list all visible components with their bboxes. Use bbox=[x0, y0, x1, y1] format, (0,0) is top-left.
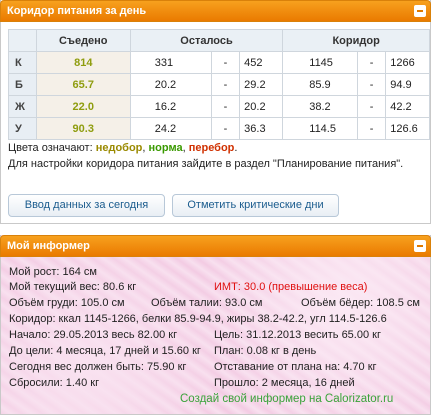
cor-min: 1145 bbox=[282, 51, 358, 74]
left-max: 20.2 bbox=[239, 95, 284, 118]
mark-critical-days-button[interactable]: Отметить критические дни bbox=[172, 194, 339, 217]
should-weigh-text: Сегодня вес должен быть: 75.90 кг bbox=[9, 361, 187, 373]
table-row: У 90.3 24.2 - 36.3 114.5 - 126.6 bbox=[8, 117, 430, 140]
legend-over: перебор bbox=[188, 142, 235, 154]
eaten-value: 814 bbox=[35, 51, 131, 74]
informer-panel-title: Мой информер bbox=[7, 240, 90, 252]
eaten-header: Съедено bbox=[35, 29, 131, 52]
goal-text: Цель: 31.12.2013 весить 65.00 кг bbox=[214, 329, 381, 341]
passed-text: Прошло: 2 месяца, 16 дней bbox=[214, 377, 355, 389]
corridor-text: Коридор: ккал 1145-1266, белки 85.9-94.9… bbox=[9, 313, 387, 325]
bmi-text: ИМТ: 30.0 (превышение веса) bbox=[214, 281, 368, 293]
eaten-value: 90.3 bbox=[35, 117, 131, 140]
dash: - bbox=[211, 117, 240, 140]
table-row: Б 65.7 20.2 - 29.2 85.9 - 94.9 bbox=[8, 73, 430, 96]
plan-text: План: 0.08 кг в день bbox=[214, 345, 317, 357]
dash: - bbox=[211, 51, 240, 74]
row-label: Ж bbox=[8, 95, 37, 118]
cor-min: 114.5 bbox=[282, 117, 358, 140]
informer-panel: Мой информер Мой рост: 164 см Мой текущи… bbox=[0, 235, 431, 415]
cor-max: 126.6 bbox=[385, 117, 430, 140]
informer-panel-header: Мой информер bbox=[0, 235, 431, 257]
left-max: 29.2 bbox=[239, 73, 284, 96]
waist-text: Объём талии: 93.0 см bbox=[151, 297, 263, 309]
enter-today-button[interactable]: Ввод данных за сегодня bbox=[8, 194, 165, 217]
create-informer-link[interactable]: Создай свой информер на Calorizator.ru bbox=[180, 393, 393, 406]
dash: - bbox=[357, 51, 386, 74]
row-label-header bbox=[8, 29, 37, 52]
color-legend: Цвета означают: недобор, норма, перебор. bbox=[8, 141, 237, 155]
to-goal-text: До цели: 4 месяца, 17 дней и 15.60 кг bbox=[9, 345, 201, 357]
informer-card: Мой рост: 164 см Мой текущий вес: 80.6 к… bbox=[1, 257, 430, 414]
cor-min: 85.9 bbox=[282, 73, 358, 96]
weight-text: Мой текущий вес: 80.6 кг bbox=[9, 281, 137, 293]
row-label: К bbox=[8, 51, 37, 74]
dash: - bbox=[357, 73, 386, 96]
collapse-icon[interactable] bbox=[414, 240, 426, 252]
corridor-panel: Коридор питания за день Съедено Осталось… bbox=[0, 0, 431, 224]
lost-text: Сбросили: 1.40 кг bbox=[9, 377, 100, 389]
left-header: Осталось bbox=[129, 29, 284, 52]
cor-min: 38.2 bbox=[282, 95, 358, 118]
lag-text: Отставание от плана на: 4.70 кг bbox=[214, 361, 377, 373]
dash: - bbox=[357, 117, 386, 140]
table-row: Ж 22.0 16.2 - 20.2 38.2 - 42.2 bbox=[8, 95, 430, 118]
left-min: 24.2 bbox=[129, 117, 212, 140]
start-text: Начало: 29.05.2013 весь 82.00 кг bbox=[9, 329, 178, 341]
corridor-header: Коридор bbox=[282, 29, 430, 52]
settings-hint: Для настройки коридора питания зайдите в… bbox=[8, 158, 404, 170]
left-max: 36.3 bbox=[239, 117, 284, 140]
legend-under: недобор bbox=[95, 142, 143, 154]
corridor-header-row: Съедено Осталось Коридор bbox=[8, 29, 430, 52]
dash: - bbox=[357, 95, 386, 118]
left-min: 331 bbox=[129, 51, 212, 74]
legend-norm: норма bbox=[148, 142, 183, 154]
dash: - bbox=[211, 95, 240, 118]
dash: - bbox=[211, 73, 240, 96]
cor-max: 1266 bbox=[385, 51, 430, 74]
row-label: Б bbox=[8, 73, 37, 96]
chest-text: Объём груди: 105.0 см bbox=[9, 297, 125, 309]
left-max: 452 bbox=[239, 51, 284, 74]
left-min: 20.2 bbox=[129, 73, 212, 96]
eaten-value: 22.0 bbox=[35, 95, 131, 118]
left-min: 16.2 bbox=[129, 95, 212, 118]
height-text: Мой рост: 164 см bbox=[9, 266, 97, 278]
corridor-table: Съедено Осталось Коридор К 814 331 - 452… bbox=[8, 29, 430, 140]
table-row: К 814 331 - 452 1145 - 1266 bbox=[8, 51, 430, 74]
legend-end: . bbox=[234, 142, 238, 154]
corridor-panel-title: Коридор питания за день bbox=[7, 5, 147, 17]
cor-max: 94.9 bbox=[385, 73, 430, 96]
legend-prefix: Цвета означают: bbox=[8, 142, 96, 154]
hips-text: Объём бёдер: 108.5 см bbox=[301, 297, 420, 309]
corridor-panel-header: Коридор питания за день bbox=[0, 0, 431, 22]
eaten-value: 65.7 bbox=[35, 73, 131, 96]
cor-max: 42.2 bbox=[385, 95, 430, 118]
collapse-icon[interactable] bbox=[414, 5, 426, 17]
row-label: У bbox=[8, 117, 37, 140]
